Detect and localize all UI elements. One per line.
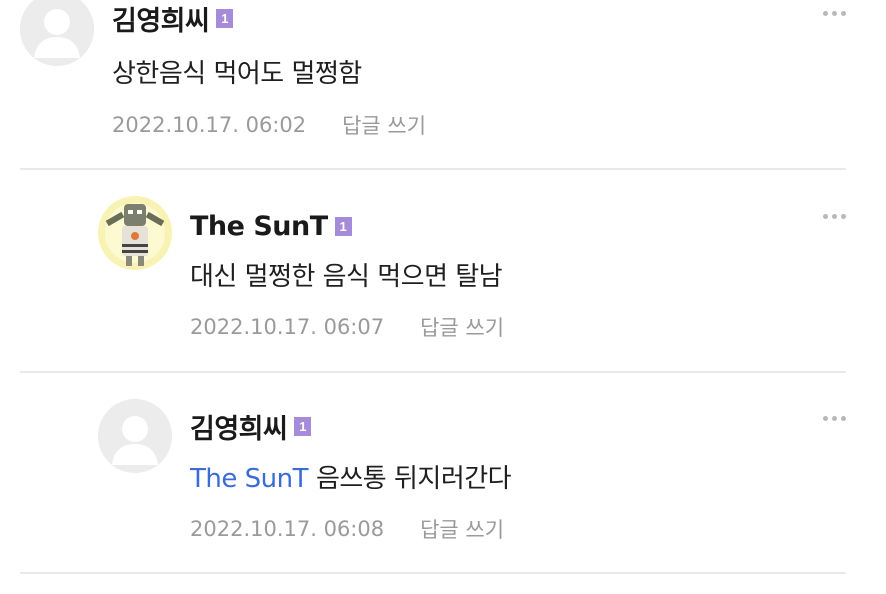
level-badge: 1 — [294, 416, 312, 436]
comment-text-row: The SunT 음쓰통 뒤지러간다 — [190, 458, 512, 495]
reply-comment-item: 김영희씨 1 The SunT 음쓰통 뒤지러간다 2022.10.17. 06:… — [0, 373, 886, 573]
comment-text: 음쓰통 뒤지러간다 — [315, 464, 512, 494]
author-row: 김영희씨 1 — [112, 2, 234, 37]
author-name[interactable]: The SunT — [190, 211, 328, 242]
comment-meta: 2022.10.17. 06:08 답글 쓰기 — [190, 514, 504, 544]
comment-timestamp: 2022.10.17. 06:08 — [190, 517, 385, 541]
reply-button[interactable]: 답글 쓰기 — [420, 514, 504, 544]
reply-button[interactable]: 답글 쓰기 — [420, 312, 504, 342]
comment-meta: 2022.10.17. 06:02 답글 쓰기 — [112, 110, 426, 140]
author-name[interactable]: 김영희씨 — [112, 0, 210, 38]
more-options-icon[interactable] — [823, 416, 846, 421]
divider — [20, 572, 846, 574]
comment-item: 김영희씨 1 상한음식 먹어도 멀쩡함 2022.10.17. 06:02 답글… — [0, 0, 886, 170]
level-badge: 1 — [334, 216, 352, 236]
more-options-icon[interactable] — [823, 214, 846, 219]
default-avatar-icon[interactable] — [98, 399, 172, 473]
reply-button[interactable]: 답글 쓰기 — [342, 110, 426, 140]
default-avatar-icon[interactable] — [20, 0, 94, 66]
comment-timestamp: 2022.10.17. 06:02 — [112, 113, 307, 137]
author-row: 김영희씨 1 — [190, 410, 312, 445]
comment-meta: 2022.10.17. 06:07 답글 쓰기 — [190, 312, 504, 342]
author-name[interactable]: 김영희씨 — [190, 407, 288, 446]
mention-link[interactable]: The SunT — [190, 464, 308, 494]
comment-text: 상한음식 먹어도 멀쩡함 — [112, 59, 362, 89]
comment-timestamp: 2022.10.17. 06:07 — [190, 315, 385, 339]
more-options-icon[interactable] — [823, 11, 846, 16]
character-avatar-icon[interactable] — [98, 196, 172, 270]
level-badge: 1 — [216, 8, 234, 28]
author-row: The SunT 1 — [190, 210, 352, 242]
comment-text: 대신 멀쩡한 음식 먹으면 탈남 — [190, 262, 503, 292]
reply-comment-item: The SunT 1 대신 멀쩡한 음식 먹으면 탈남 2022.10.17. … — [0, 170, 886, 372]
